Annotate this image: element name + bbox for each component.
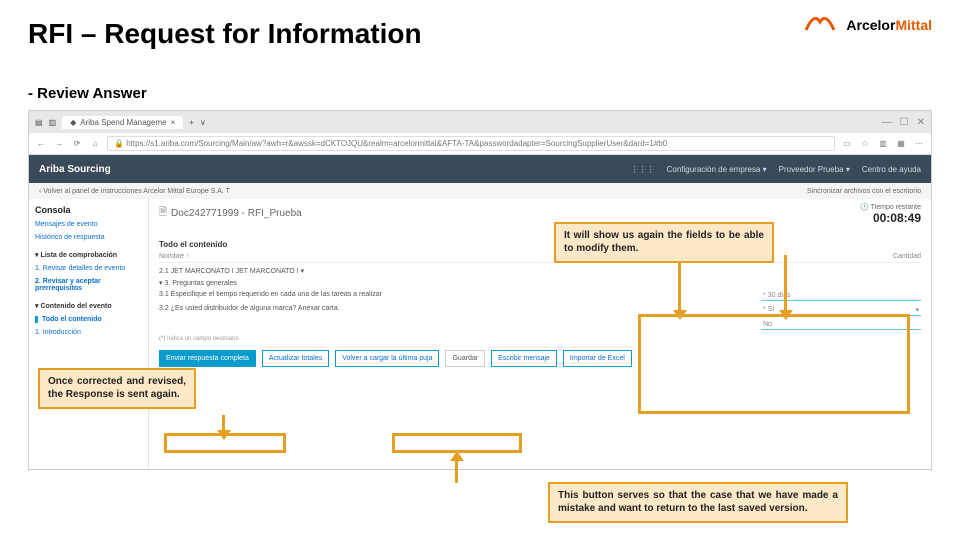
reader-icon[interactable]: ▭ (841, 139, 853, 148)
help-link[interactable]: Centro de ayuda (862, 165, 921, 174)
ariba-brand: Ariba Sourcing (39, 164, 111, 175)
sync-link[interactable]: Sincronizar archivos con el escritorio (807, 188, 921, 195)
window-close-icon[interactable]: ✕ (917, 117, 925, 128)
import-button[interactable]: Importar de Excel (563, 350, 632, 367)
row-item[interactable]: ▾ 3. Preguntas generales (159, 279, 921, 287)
window-maximize-icon[interactable]: ☐ (900, 117, 909, 128)
browser-tabbar: ▤ ▥ ◆ Ariba Spend Manageme × + ∨ — ☐ ✕ (29, 111, 931, 133)
col-name: Nombre ↑ (159, 253, 189, 260)
sidebar-all[interactable]: Todo el contenido (35, 316, 142, 323)
clock-icon: 🕐 (860, 204, 869, 211)
save-button[interactable]: Guardar (445, 350, 485, 367)
callout-bottom: This button serves so that the case that… (548, 482, 848, 523)
section-title: Todo el contenido (159, 240, 921, 249)
grid-icon[interactable]: ⋮⋮⋮ (631, 165, 655, 174)
sidebar-history[interactable]: Histórico de respuesta (35, 234, 142, 241)
browser-window: ▤ ▥ ◆ Ariba Spend Manageme × + ∨ — ☐ ✕ ←… (28, 110, 932, 470)
update-button[interactable]: Actualizar totales (262, 350, 329, 367)
back-link[interactable]: ‹ Volver al panel de instrucciones Arcel… (39, 188, 230, 195)
new-tab-icon[interactable]: + (189, 118, 194, 127)
star-icon[interactable]: ☆ (859, 139, 871, 148)
slide-title: RFI – Request for Information (28, 18, 422, 50)
ariba-header: Ariba Sourcing ⋮⋮⋮ Configuración de empr… (29, 155, 931, 183)
ext-icon[interactable]: ▥ (877, 139, 889, 148)
answer-select[interactable]: * Sí (761, 305, 921, 316)
row-item[interactable]: 2.1 JET MARCONATO I JET MARCONATO I ▾ (159, 267, 921, 275)
main-content: 🗎 Doc242771999 - RFI_Prueba 🕐 Tiempo res… (149, 199, 931, 469)
slide-subtitle: - Review Answer (28, 85, 147, 102)
browser-tab[interactable]: ◆ Ariba Spend Manageme × (62, 116, 183, 129)
tab-title: Ariba Spend Manageme (80, 118, 166, 127)
window-minimize-icon[interactable]: — (882, 117, 892, 128)
tab-favicon-icon: ◆ (70, 118, 76, 127)
lock-icon: 🔒 (114, 139, 124, 148)
doc-header: 🗎 Doc242771999 - RFI_Prueba (159, 205, 921, 222)
question-label: 3.1 Especifique el tiempo requerido en c… (159, 291, 761, 301)
callout-top: It will show us again the fields to be a… (554, 222, 774, 263)
sidebar-step2[interactable]: 2. Revisar y aceptar prerrequisitos (35, 278, 142, 292)
sidebar: Consola Mensajes de evento Histórico de … (29, 199, 149, 469)
tab-close-icon[interactable]: × (171, 118, 176, 127)
checklist-heading[interactable]: ▾ Lista de comprobación (35, 251, 142, 259)
tab-close-icon[interactable]: ▤ (35, 118, 43, 127)
nav-fwd-icon[interactable]: → (53, 139, 65, 148)
user-menu[interactable]: Proveedor Prueba ▾ (779, 165, 850, 174)
browser-urlbar: ← → ⟳ ⌂ 🔒 https://s1.ariba.com/Sourcing/… (29, 133, 931, 155)
ariba-subheader: ‹ Volver al panel de instrucciones Arcel… (29, 183, 931, 199)
timer: 🕐 Tiempo restante 00:08:49 (860, 203, 921, 225)
ext-icon[interactable]: ▦ (895, 139, 907, 148)
doc-icon: 🗎 (159, 205, 167, 222)
sidebar-intro[interactable]: 1. Introducción (35, 329, 142, 336)
sidebar-step1[interactable]: 1. Revisar detalles de evento (35, 265, 142, 272)
button-bar: Enviar respuesta completa Actualizar tot… (159, 350, 921, 367)
answer-input[interactable]: No (761, 320, 921, 330)
required-note: (*) Indica un campo necesario (159, 336, 921, 342)
nav-back-icon[interactable]: ← (35, 139, 47, 148)
config-menu[interactable]: Configuración de empresa ▾ (667, 165, 767, 174)
nav-reload-icon[interactable]: ⟳ (71, 139, 83, 148)
callout-left: Once corrected and revised, the Response… (38, 368, 196, 409)
question-label: 3.2 ¿Es usted distribuidor de alguna mar… (159, 305, 761, 316)
col-qty: Cantidad (893, 253, 921, 260)
message-button[interactable]: Escribir mensaje (491, 350, 557, 367)
content-heading[interactable]: ▾ Contenido del evento (35, 302, 142, 310)
reload-button[interactable]: Volver a cargar la última puja (335, 350, 439, 367)
arcelormittal-logo: ArcelorMittal (802, 10, 932, 39)
console-heading: Consola (35, 205, 142, 215)
time-value: 00:08:49 (873, 211, 921, 225)
nav-home-icon[interactable]: ⌂ (89, 139, 101, 148)
more-icon[interactable]: ⋯ (913, 139, 925, 148)
submit-button[interactable]: Enviar respuesta completa (159, 350, 256, 367)
sidebar-events[interactable]: Mensajes de evento (35, 221, 142, 228)
tab-add-icon[interactable]: ▥ (49, 118, 57, 127)
answer-input[interactable]: * 30 días (761, 291, 921, 301)
address-field[interactable]: 🔒 https://s1.ariba.com/Sourcing/Main/aw?… (107, 136, 835, 151)
